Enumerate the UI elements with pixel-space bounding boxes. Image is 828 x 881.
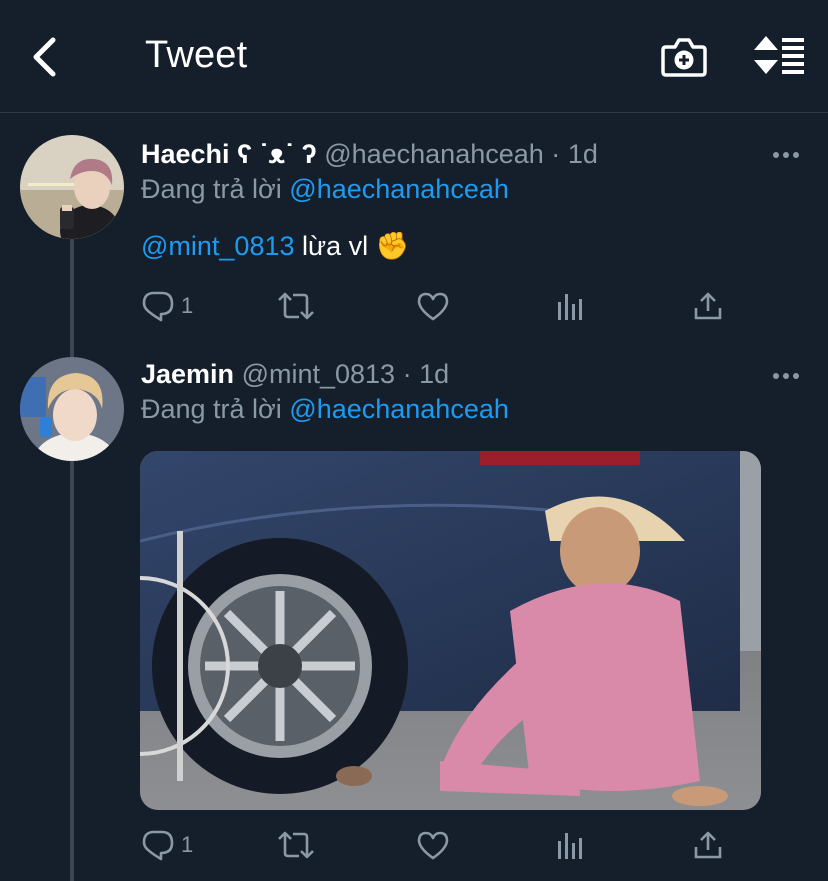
share-button[interactable] bbox=[692, 825, 724, 865]
more-options-button[interactable] bbox=[772, 148, 802, 160]
analytics-icon bbox=[558, 833, 582, 859]
separator-dot: · bbox=[551, 139, 561, 169]
analytics-button[interactable] bbox=[555, 825, 587, 865]
avatar-photo bbox=[20, 357, 124, 461]
retweet-icon bbox=[278, 831, 314, 859]
share-icon bbox=[694, 831, 722, 859]
thread-line bbox=[70, 460, 74, 881]
reply-icon bbox=[142, 830, 174, 861]
more-dots-icon bbox=[773, 373, 799, 379]
replying-to-label: Đang trả lời bbox=[141, 394, 282, 424]
tweet-header: Haechi ʕ ˙ᴥ˙ ʔ @haechanahceah · 1d bbox=[141, 139, 598, 170]
action-bar: 1 bbox=[141, 825, 781, 865]
photo-icon bbox=[140, 451, 761, 810]
mention-link[interactable]: @mint_0813 bbox=[141, 231, 295, 261]
avatar[interactable] bbox=[20, 357, 124, 461]
display-name[interactable]: Haechi ʕ ˙ᴥ˙ ʔ bbox=[141, 139, 317, 169]
replying-to-link[interactable]: @haechanahceah bbox=[289, 394, 509, 424]
page-title: Tweet bbox=[145, 34, 248, 76]
timestamp: 1d bbox=[567, 139, 598, 169]
like-button[interactable] bbox=[416, 286, 450, 326]
reply-button[interactable]: 1 bbox=[141, 825, 193, 865]
sort-button[interactable] bbox=[752, 34, 808, 76]
heart-icon bbox=[417, 292, 449, 321]
analytics-button[interactable] bbox=[555, 286, 587, 326]
raised-fist-emoji: ✊ bbox=[375, 231, 410, 261]
like-button[interactable] bbox=[416, 825, 450, 865]
retweet-button[interactable] bbox=[277, 825, 315, 865]
reply-icon bbox=[142, 291, 174, 322]
share-button[interactable] bbox=[692, 286, 724, 326]
thread-line bbox=[70, 238, 74, 358]
back-button[interactable] bbox=[26, 34, 66, 80]
timestamp: 1d bbox=[419, 359, 450, 389]
camera-plus-icon bbox=[661, 38, 707, 77]
replying-to: Đang trả lời @haechanahceah bbox=[141, 394, 509, 425]
more-dots-icon bbox=[773, 152, 799, 158]
replying-to-link[interactable]: @haechanahceah bbox=[289, 174, 509, 204]
retweet-button[interactable] bbox=[277, 286, 315, 326]
reply-count: 1 bbox=[181, 832, 194, 857]
action-bar: 1 bbox=[141, 286, 781, 326]
avatar[interactable] bbox=[20, 135, 124, 239]
replying-to: Đang trả lời @haechanahceah bbox=[141, 174, 509, 205]
sort-list-icon bbox=[754, 36, 804, 74]
separator-dot: · bbox=[402, 359, 412, 389]
replying-to-label: Đang trả lời bbox=[141, 174, 282, 204]
display-name[interactable]: Jaemin bbox=[141, 359, 234, 389]
retweet-icon bbox=[278, 292, 314, 320]
tweet-photo[interactable] bbox=[140, 451, 761, 810]
user-handle[interactable]: @haechanahceah bbox=[324, 139, 544, 169]
avatar-photo bbox=[20, 135, 124, 239]
tweet-text: @mint_0813 lừa vl ✊ bbox=[141, 230, 409, 262]
user-handle[interactable]: @mint_0813 bbox=[242, 359, 396, 389]
tweet-header: Jaemin @mint_0813 · 1d bbox=[141, 359, 449, 390]
chevron-left-icon bbox=[33, 37, 56, 77]
analytics-icon bbox=[558, 294, 582, 320]
reply-count: 1 bbox=[181, 293, 194, 318]
heart-icon bbox=[417, 831, 449, 860]
share-icon bbox=[694, 292, 722, 320]
top-bar: Tweet bbox=[0, 0, 828, 113]
reply-button[interactable]: 1 bbox=[141, 286, 193, 326]
more-options-button[interactable] bbox=[772, 369, 802, 381]
camera-button[interactable] bbox=[660, 35, 708, 79]
tweet-body-text: lừa vl bbox=[294, 231, 376, 261]
